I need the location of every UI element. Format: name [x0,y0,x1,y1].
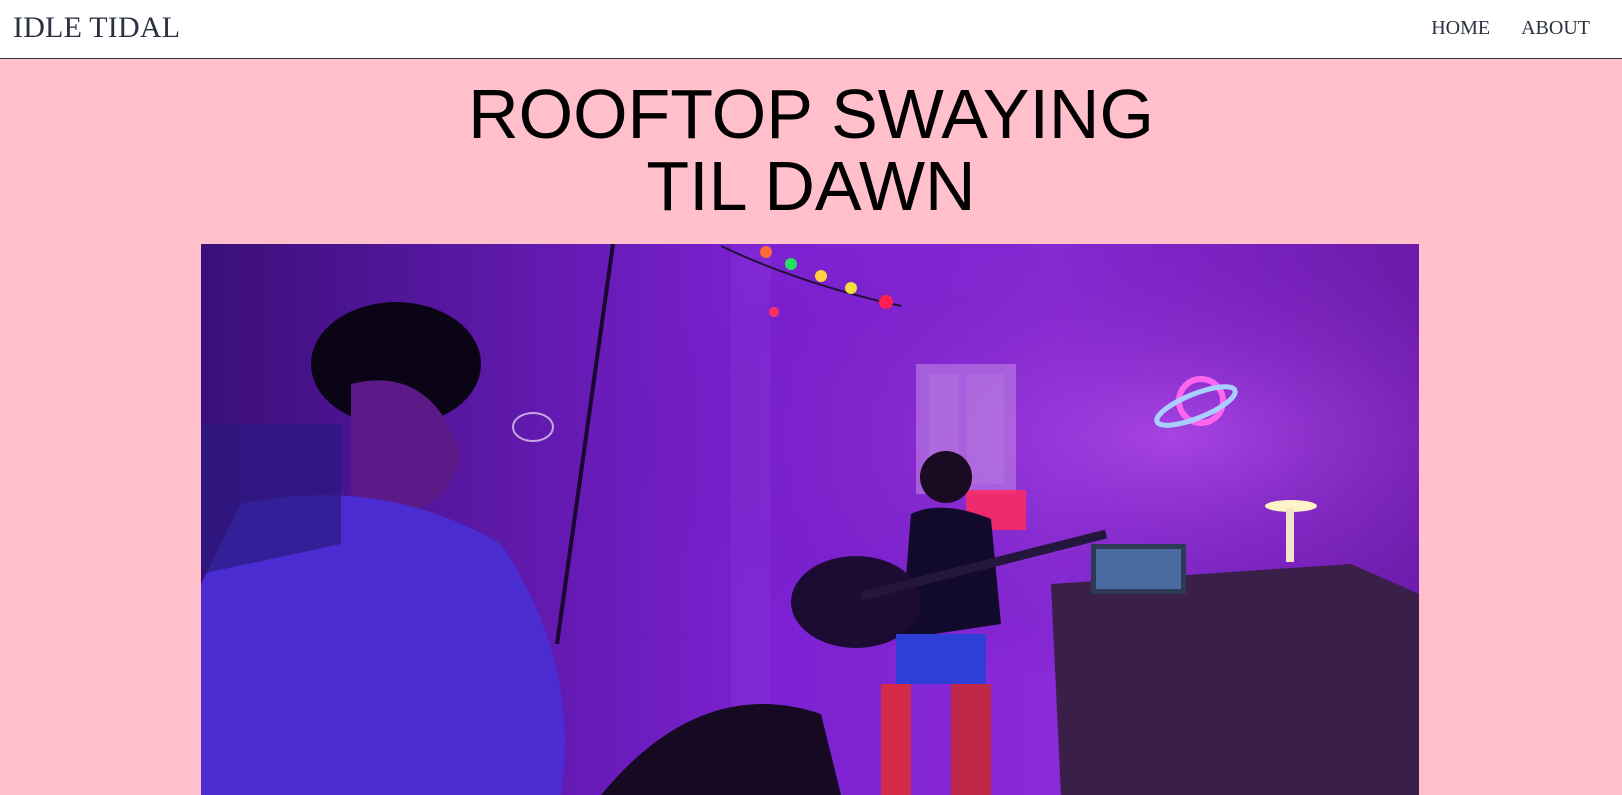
page-title: ROOFTOP SWAYING TIL DAWN [0,78,1622,222]
hero-photo-illustration [201,244,1419,795]
page-title-line-1: ROOFTOP SWAYING [468,75,1154,153]
hero-photo [201,244,1419,795]
nav-about-link[interactable]: ABOUT [1521,16,1590,40]
page-title-line-2: TIL DAWN [646,147,976,225]
nav-home-link[interactable]: HOME [1431,16,1490,40]
site-header: IDLE TIDAL HOME ABOUT [0,0,1622,59]
main-nav: HOME ABOUT [1431,16,1590,40]
site-logo-text[interactable]: IDLE TIDAL [13,10,180,46]
